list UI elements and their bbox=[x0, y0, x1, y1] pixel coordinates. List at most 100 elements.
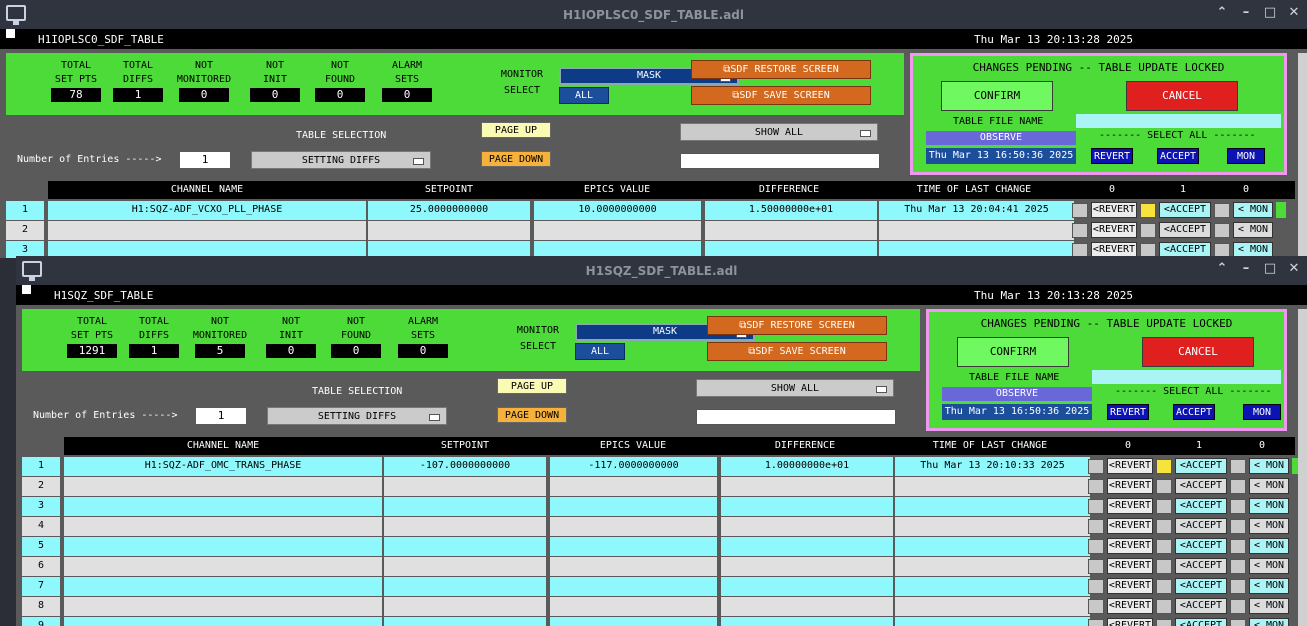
revert-checkbox[interactable] bbox=[1088, 499, 1104, 514]
accept-checkbox[interactable] bbox=[1156, 519, 1172, 534]
mon-button[interactable]: < MON bbox=[1249, 458, 1289, 474]
table-selection-dropdown[interactable]: SETTING DIFFS bbox=[267, 407, 447, 425]
mon-checkbox[interactable] bbox=[1230, 539, 1246, 554]
revert-button[interactable]: <REVERT bbox=[1091, 222, 1137, 238]
accept-checkbox[interactable] bbox=[1156, 559, 1172, 574]
maximize-icon[interactable]: □ bbox=[1263, 6, 1277, 20]
close-icon[interactable]: ✕ bbox=[1287, 6, 1301, 20]
accept-button[interactable]: <ACCEPT bbox=[1175, 558, 1227, 574]
accept-checkbox[interactable] bbox=[1156, 599, 1172, 614]
revert-button[interactable]: <REVERT bbox=[1107, 538, 1153, 554]
accept-checkbox[interactable] bbox=[1156, 499, 1172, 514]
show-all-dropdown[interactable]: SHOW ALL bbox=[680, 123, 878, 141]
accept-checkbox[interactable] bbox=[1156, 619, 1172, 626]
all-toggle[interactable]: ALL bbox=[575, 343, 625, 360]
minimize-icon[interactable]: – bbox=[1239, 6, 1253, 20]
select-all-mon-button[interactable]: MON bbox=[1243, 404, 1281, 420]
filter-input[interactable] bbox=[680, 153, 880, 169]
revert-checkbox[interactable] bbox=[1072, 223, 1088, 238]
table-selection-dropdown[interactable]: SETTING DIFFS bbox=[251, 151, 431, 169]
revert-button[interactable]: <REVERT bbox=[1107, 578, 1153, 594]
mon-checkbox[interactable] bbox=[1230, 519, 1246, 534]
revert-checkbox[interactable] bbox=[1088, 619, 1104, 626]
table-file-name-field[interactable] bbox=[1092, 370, 1281, 384]
accept-button[interactable]: <ACCEPT bbox=[1175, 598, 1227, 614]
show-all-dropdown[interactable]: SHOW ALL bbox=[696, 379, 894, 397]
mon-checkbox[interactable] bbox=[1214, 203, 1230, 218]
select-all-accept-button[interactable]: ACCEPT bbox=[1157, 148, 1199, 164]
vertical-scrollbar[interactable] bbox=[1298, 309, 1307, 626]
cancel-button[interactable]: CANCEL bbox=[1142, 337, 1254, 367]
accept-button[interactable]: <ACCEPT bbox=[1159, 202, 1211, 218]
page-down-button[interactable]: PAGE DOWN bbox=[481, 151, 551, 167]
revert-checkbox[interactable] bbox=[1072, 203, 1088, 218]
filter-input[interactable] bbox=[696, 409, 896, 425]
mon-button[interactable]: < MON bbox=[1249, 538, 1289, 554]
accept-button[interactable]: <ACCEPT bbox=[1175, 518, 1227, 534]
cancel-button[interactable]: CANCEL bbox=[1126, 81, 1238, 111]
mon-button[interactable]: < MON bbox=[1249, 478, 1289, 494]
revert-button[interactable]: <REVERT bbox=[1107, 458, 1153, 474]
accept-button[interactable]: <ACCEPT bbox=[1175, 578, 1227, 594]
accept-checkbox[interactable] bbox=[1156, 479, 1172, 494]
accept-button[interactable]: <ACCEPT bbox=[1175, 538, 1227, 554]
page-up-button[interactable]: PAGE UP bbox=[481, 122, 551, 138]
page-up-button[interactable]: PAGE UP bbox=[497, 378, 567, 394]
revert-button[interactable]: <REVERT bbox=[1091, 202, 1137, 218]
mon-button[interactable]: < MON bbox=[1249, 618, 1289, 626]
revert-checkbox[interactable] bbox=[1088, 519, 1104, 534]
sdf-restore-button[interactable]: ⧉SDF RESTORE SCREEN bbox=[707, 316, 887, 335]
mon-button[interactable]: < MON bbox=[1249, 498, 1289, 514]
accept-checkbox[interactable] bbox=[1140, 223, 1156, 238]
revert-button[interactable]: <REVERT bbox=[1107, 518, 1153, 534]
accept-button[interactable]: <ACCEPT bbox=[1175, 458, 1227, 474]
select-all-accept-button[interactable]: ACCEPT bbox=[1173, 404, 1215, 420]
mon-button[interactable]: < MON bbox=[1249, 518, 1289, 534]
select-all-mon-button[interactable]: MON bbox=[1227, 148, 1265, 164]
chevron-up-icon[interactable]: ⌃ bbox=[1215, 262, 1229, 276]
revert-checkbox[interactable] bbox=[1088, 559, 1104, 574]
revert-button[interactable]: <REVERT bbox=[1107, 618, 1153, 626]
mon-checkbox[interactable] bbox=[1230, 599, 1246, 614]
table-file-name-field[interactable] bbox=[1076, 114, 1281, 128]
accept-checkbox[interactable] bbox=[1156, 459, 1172, 474]
mon-button[interactable]: < MON bbox=[1249, 578, 1289, 594]
confirm-button[interactable]: CONFIRM bbox=[941, 81, 1053, 111]
mon-button[interactable]: < MON bbox=[1233, 202, 1273, 218]
accept-button[interactable]: <ACCEPT bbox=[1175, 618, 1227, 626]
revert-checkbox[interactable] bbox=[1088, 459, 1104, 474]
mon-checkbox[interactable] bbox=[1230, 579, 1246, 594]
maximize-icon[interactable]: □ bbox=[1263, 262, 1277, 276]
revert-button[interactable]: <REVERT bbox=[1107, 598, 1153, 614]
mon-checkbox[interactable] bbox=[1230, 479, 1246, 494]
accept-checkbox[interactable] bbox=[1156, 539, 1172, 554]
chevron-up-icon[interactable]: ⌃ bbox=[1215, 6, 1229, 20]
accept-checkbox[interactable] bbox=[1140, 203, 1156, 218]
revert-button[interactable]: <REVERT bbox=[1107, 558, 1153, 574]
minimize-icon[interactable]: – bbox=[1239, 262, 1253, 276]
revert-button[interactable]: <REVERT bbox=[1107, 478, 1153, 494]
revert-checkbox[interactable] bbox=[1088, 579, 1104, 594]
mon-checkbox[interactable] bbox=[1214, 223, 1230, 238]
sdf-save-button[interactable]: ⧉SDF SAVE SCREEN bbox=[707, 342, 887, 361]
sdf-restore-button[interactable]: ⧉SDF RESTORE SCREEN bbox=[691, 60, 871, 79]
select-all-revert-button[interactable]: REVERT bbox=[1091, 148, 1133, 164]
sdf-save-button[interactable]: ⧉SDF SAVE SCREEN bbox=[691, 86, 871, 105]
page-down-button[interactable]: PAGE DOWN bbox=[497, 407, 567, 423]
mon-button[interactable]: < MON bbox=[1249, 558, 1289, 574]
mon-checkbox[interactable] bbox=[1230, 559, 1246, 574]
accept-button[interactable]: <ACCEPT bbox=[1175, 498, 1227, 514]
accept-button[interactable]: <ACCEPT bbox=[1175, 478, 1227, 494]
accept-checkbox[interactable] bbox=[1156, 579, 1172, 594]
revert-button[interactable]: <REVERT bbox=[1107, 498, 1153, 514]
close-icon[interactable]: ✕ bbox=[1287, 262, 1301, 276]
confirm-button[interactable]: CONFIRM bbox=[957, 337, 1069, 367]
revert-checkbox[interactable] bbox=[1088, 539, 1104, 554]
mon-checkbox[interactable] bbox=[1230, 499, 1246, 514]
vertical-scrollbar[interactable] bbox=[1298, 53, 1307, 258]
accept-button[interactable]: <ACCEPT bbox=[1159, 222, 1211, 238]
mon-button[interactable]: < MON bbox=[1233, 222, 1273, 238]
select-all-revert-button[interactable]: REVERT bbox=[1107, 404, 1149, 420]
mon-checkbox[interactable] bbox=[1230, 459, 1246, 474]
revert-checkbox[interactable] bbox=[1088, 599, 1104, 614]
